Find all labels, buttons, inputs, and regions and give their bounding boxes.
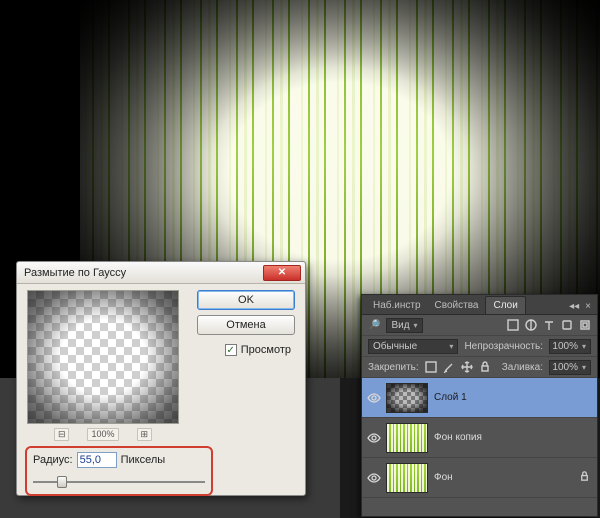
blend-mode-select[interactable]: Обычные ▾ — [368, 339, 458, 354]
kind-filter-row: 🔎 Вид ▾ — [362, 315, 597, 336]
lock-pixels-icon[interactable] — [443, 361, 455, 373]
dialog-titlebar[interactable]: Размытие по Гауссу ✕ — [17, 262, 305, 284]
panel-close-icon[interactable]: × — [585, 301, 591, 312]
slider-thumb[interactable] — [57, 476, 67, 488]
preview-checkbox[interactable]: ✓ — [225, 344, 237, 356]
radius-input[interactable] — [77, 452, 117, 468]
visibility-toggle[interactable] — [362, 393, 386, 403]
lock-all-icon[interactable] — [479, 361, 491, 373]
zoom-in-button[interactable]: ⊞ — [137, 428, 153, 441]
filter-smart-icon[interactable] — [579, 319, 591, 331]
cancel-button[interactable]: Отмена — [197, 315, 295, 335]
fill-input[interactable]: 100%▾ — [549, 360, 591, 375]
filter-adjust-icon[interactable] — [525, 319, 537, 331]
lock-fill-row: Закрепить: Заливка: 100%▾ — [362, 357, 597, 378]
kind-select[interactable]: Вид ▾ — [386, 318, 422, 333]
tab-tool-presets[interactable]: Наб.инстр — [366, 297, 428, 314]
filter-type-icon[interactable] — [543, 319, 555, 331]
filter-pixel-icon[interactable] — [507, 319, 519, 331]
zoom-controls: ⊟ 100% ⊞ — [27, 428, 179, 441]
preview-checkbox-label: Просмотр — [241, 344, 291, 356]
gaussian-blur-dialog: Размытие по Гауссу ✕ ⊟ 100% ⊞ OK Отмена … — [16, 261, 306, 496]
radius-slider[interactable] — [33, 476, 205, 488]
dialog-title: Размытие по Гауссу — [24, 267, 263, 279]
layers-list: Слой 1 Фон копия Фон — [362, 378, 597, 498]
close-button[interactable]: ✕ — [263, 265, 301, 281]
layer-row[interactable]: Фон копия — [362, 418, 597, 458]
visibility-toggle[interactable] — [362, 473, 386, 483]
radius-unit: Пикселы — [121, 454, 166, 466]
blend-mode-label: Обычные — [373, 341, 417, 352]
layer-name[interactable]: Слой 1 — [434, 392, 579, 403]
blend-opacity-row: Обычные ▾ Непрозрачность: 100%▾ — [362, 336, 597, 357]
fill-value: 100% — [552, 362, 578, 373]
layer-row[interactable]: Фон — [362, 458, 597, 498]
preview-image[interactable] — [27, 290, 179, 424]
tab-layers[interactable]: Слои — [485, 296, 525, 314]
layer-name[interactable]: Фон копия — [434, 432, 579, 443]
zoom-level: 100% — [87, 428, 118, 441]
lock-indicator-icon — [579, 471, 597, 485]
layer-thumbnail[interactable] — [386, 463, 428, 493]
ok-button[interactable]: OK — [197, 290, 295, 310]
lock-transparency-icon[interactable] — [425, 361, 437, 373]
layer-thumbnail[interactable] — [386, 423, 428, 453]
lock-position-icon[interactable] — [461, 361, 473, 373]
radius-label: Радиус: — [33, 454, 73, 466]
zoom-out-button[interactable]: ⊟ — [54, 428, 70, 441]
visibility-toggle[interactable] — [362, 433, 386, 443]
layer-thumbnail[interactable] — [386, 383, 428, 413]
opacity-value: 100% — [552, 341, 578, 352]
radius-highlight: Радиус: Пикселы — [25, 446, 213, 496]
filter-shape-icon[interactable] — [561, 319, 573, 331]
tab-properties[interactable]: Свойства — [428, 297, 486, 314]
kind-select-label: Вид — [391, 320, 409, 331]
panel-tabs: Наб.инстр Свойства Слои ◂◂ × — [362, 295, 597, 315]
opacity-input[interactable]: 100%▾ — [549, 339, 591, 354]
opacity-label: Непрозрачность: — [464, 341, 543, 352]
layer-row[interactable]: Слой 1 — [362, 378, 597, 418]
layers-panel: Наб.инстр Свойства Слои ◂◂ × 🔎 Вид ▾ Обы… — [361, 294, 598, 517]
layer-name[interactable]: Фон — [434, 472, 579, 483]
fill-label: Заливка: — [502, 362, 543, 373]
search-icon: 🔎 — [368, 320, 380, 331]
lock-label: Закрепить: — [368, 362, 419, 373]
panel-collapse-icon[interactable]: ◂◂ — [569, 301, 579, 312]
